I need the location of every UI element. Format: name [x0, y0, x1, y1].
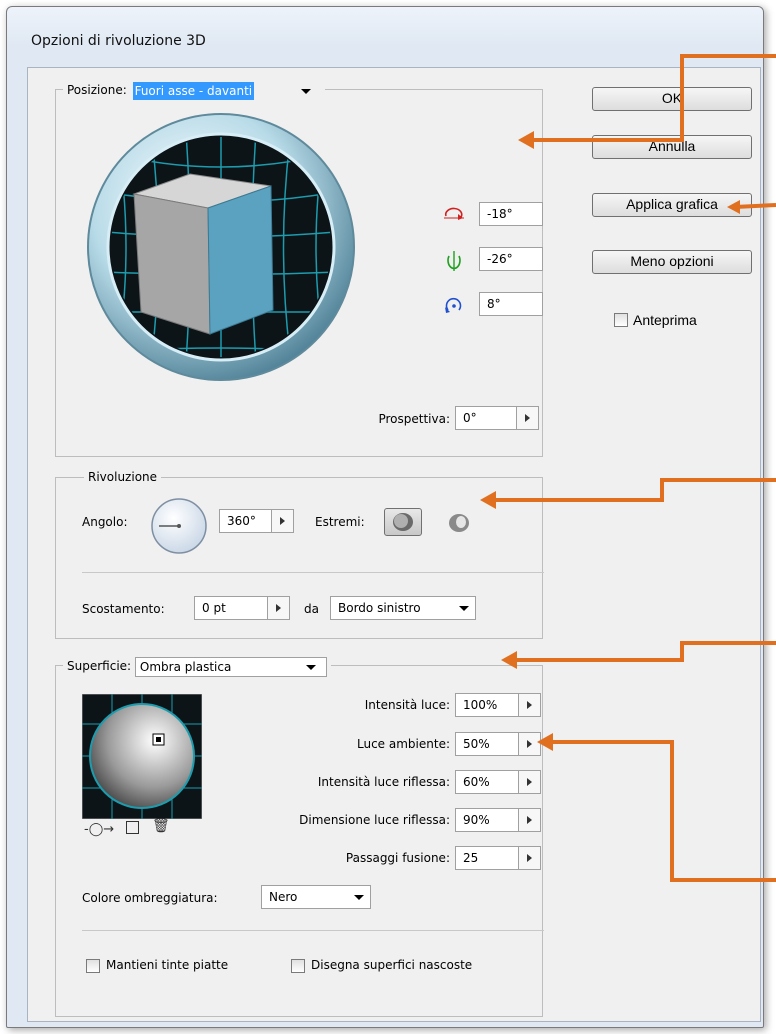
cap-on-button[interactable]	[384, 508, 422, 536]
cap-off-icon[interactable]	[446, 510, 472, 536]
ambient-light-label: Luce ambiente:	[357, 737, 450, 751]
preserve-spot-checkbox[interactable]	[86, 959, 100, 973]
preview-checkbox[interactable]	[614, 313, 628, 327]
blend-steps-label: Passaggi fusione:	[345, 851, 450, 865]
surface-dropdown[interactable]: Ombra plastica	[134, 656, 327, 677]
light-intensity-label: Intensità luce:	[364, 698, 450, 712]
position-label: Posizione:	[67, 83, 127, 97]
angle-dial[interactable]	[150, 497, 208, 555]
highlight-size-field[interactable]: 90%	[455, 808, 519, 832]
new-light-icon[interactable]: -◯→	[84, 822, 114, 837]
light-intensity-field[interactable]: 100%	[455, 693, 519, 717]
highlight-size-stepper[interactable]	[519, 808, 541, 832]
ambient-light-stepper[interactable]	[519, 732, 541, 756]
revolve-legend: Rivoluzione	[84, 468, 162, 486]
offset-label: Scostamento:	[82, 602, 165, 616]
send-light-back-icon[interactable]	[126, 821, 139, 834]
surface-dropdown-value: Ombra plastica	[139, 659, 232, 674]
position-legend: Posizione: Fuori asse - davanti	[63, 80, 325, 100]
position-dropdown[interactable]: Fuori asse - davanti	[131, 81, 321, 100]
cap-on-icon	[393, 513, 413, 531]
cancel-button[interactable]: Annulla	[592, 135, 752, 159]
surface-divider	[82, 930, 544, 931]
ok-button[interactable]: OK	[592, 87, 752, 111]
blend-steps-field[interactable]: 25	[455, 846, 519, 870]
rotation-x-field[interactable]: -18°	[479, 202, 543, 226]
preview-label: Anteprima	[633, 312, 697, 328]
map-art-button[interactable]: Applica grafica	[592, 193, 752, 217]
angle-label: Angolo:	[82, 515, 128, 529]
chevron-down-icon	[305, 664, 316, 670]
blend-steps-stepper[interactable]	[519, 846, 541, 870]
from-dropdown[interactable]: Bordo sinistro	[330, 596, 476, 620]
chevron-down-icon	[354, 895, 364, 900]
position-dropdown-value: Fuori asse - davanti	[132, 81, 255, 100]
perspective-label: Prospettiva:	[378, 412, 450, 426]
shading-color-value: Nero	[269, 890, 298, 904]
angle-field[interactable]: 360°	[219, 509, 272, 533]
offset-field[interactable]: 0 pt	[194, 596, 268, 620]
track-cube-widget[interactable]	[86, 112, 356, 382]
from-dropdown-value: Bordo sinistro	[338, 601, 421, 615]
from-label: da	[304, 602, 319, 616]
fewer-options-button[interactable]: Meno opzioni	[592, 250, 752, 274]
rotate-y-axis-icon	[447, 251, 461, 271]
shading-color-label: Colore ombreggiatura:	[82, 891, 218, 905]
rotation-y-field[interactable]: -26°	[479, 247, 543, 271]
angle-stepper[interactable]	[272, 509, 294, 533]
dialog-title: Opzioni di rivoluzione 3D	[31, 33, 206, 49]
shading-color-dropdown[interactable]: Nero	[261, 885, 371, 909]
highlight-intensity-stepper[interactable]	[519, 770, 541, 794]
rotate-z-axis-icon	[445, 297, 462, 313]
highlight-intensity-field[interactable]: 60%	[455, 770, 519, 794]
rotation-z-field[interactable]: 8°	[479, 292, 543, 316]
caps-label: Estremi:	[315, 515, 365, 529]
light-intensity-stepper[interactable]	[519, 693, 541, 717]
preserve-spot-label: Mantieni tinte piatte	[106, 958, 229, 972]
ambient-light-field[interactable]: 50%	[455, 732, 519, 756]
highlight-size-label: Dimensione luce riflessa:	[299, 813, 450, 827]
chevron-down-icon	[459, 606, 469, 611]
revolve-divider	[82, 572, 544, 573]
draw-hidden-faces-label: Disegna superfici nascoste	[311, 958, 473, 972]
draw-hidden-faces-checkbox[interactable]	[291, 959, 305, 973]
highlight-intensity-label: Intensità luce riflessa:	[317, 775, 450, 789]
chevron-down-icon	[300, 88, 311, 94]
surface-legend: Superficie: Ombra plastica	[63, 656, 331, 677]
offset-stepper[interactable]	[268, 596, 290, 620]
perspective-stepper[interactable]	[517, 406, 539, 430]
perspective-field[interactable]: 0°	[455, 406, 517, 430]
rotate-x-axis-icon	[444, 207, 464, 220]
surface-label: Superficie:	[67, 659, 132, 673]
delete-light-icon[interactable]: 🗑	[152, 818, 170, 834]
